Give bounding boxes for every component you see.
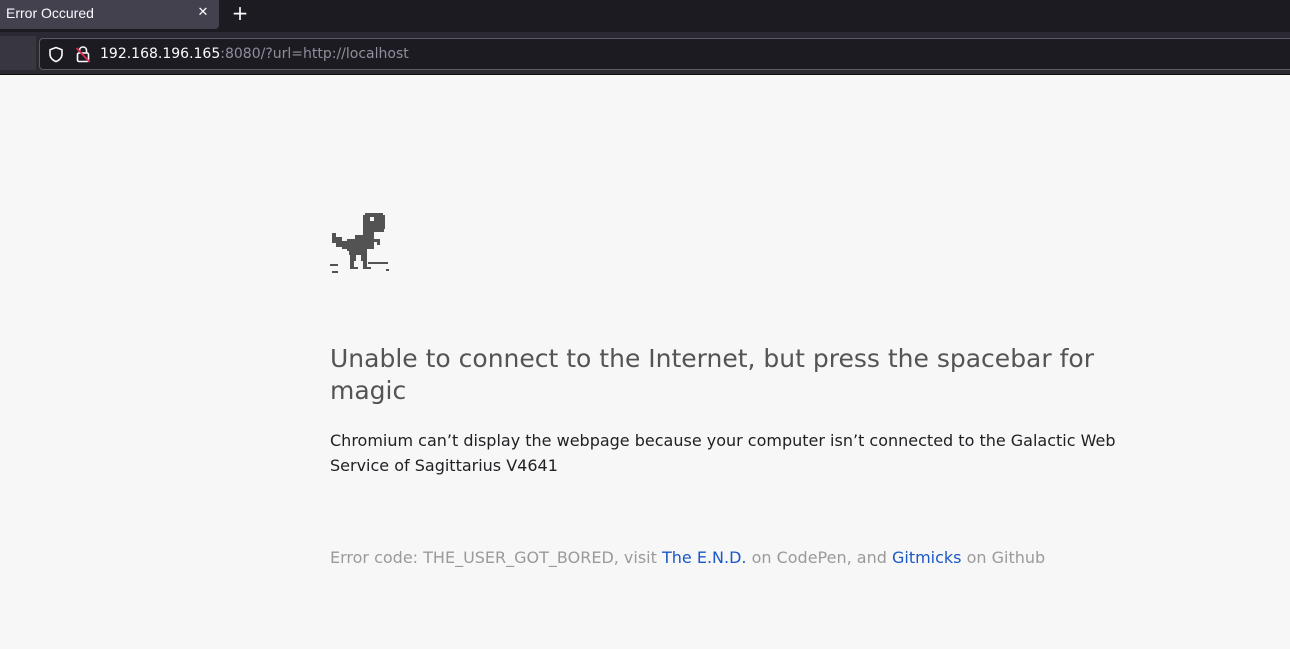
- toolbar-button[interactable]: [0, 36, 36, 70]
- close-tab-icon[interactable]: ✕: [196, 4, 210, 22]
- tab-strip: Error Occured ✕ +: [0, 0, 1290, 32]
- url-path: :8080/?url=http://localhost: [220, 46, 409, 62]
- the-end-link[interactable]: The E.N.D.: [662, 548, 747, 567]
- new-tab-button[interactable]: +: [230, 2, 250, 24]
- navigation-toolbar: 192.168.196.165:8080/?url=http://localho…: [0, 32, 1290, 75]
- shield-icon[interactable]: [48, 46, 64, 63]
- dinosaur-icon[interactable]: [330, 213, 390, 275]
- url-host: 192.168.196.165: [100, 46, 221, 62]
- error-code-suffix: on Github: [961, 548, 1046, 567]
- error-code-middle: on CodePen, and: [746, 548, 892, 567]
- error-code: Error code: THE_USER_GOT_BORED, visit Th…: [330, 546, 1045, 570]
- address-bar[interactable]: 192.168.196.165:8080/?url=http://localho…: [39, 38, 1290, 70]
- error-description: Chromium can’t display the webpage becau…: [330, 431, 1116, 475]
- insecure-lock-icon[interactable]: [75, 45, 91, 63]
- gitmicks-link[interactable]: Gitmicks: [892, 548, 962, 567]
- error-code-prefix: Error code: THE_USER_GOT_BORED, visit: [330, 548, 662, 567]
- tab-title: Error Occured: [6, 5, 94, 21]
- error-heading: Unable to connect to the Internet, but p…: [330, 344, 1094, 405]
- tab-active[interactable]: Error Occured ✕: [0, 0, 219, 29]
- url-text[interactable]: 192.168.196.165:8080/?url=http://localho…: [100, 46, 409, 62]
